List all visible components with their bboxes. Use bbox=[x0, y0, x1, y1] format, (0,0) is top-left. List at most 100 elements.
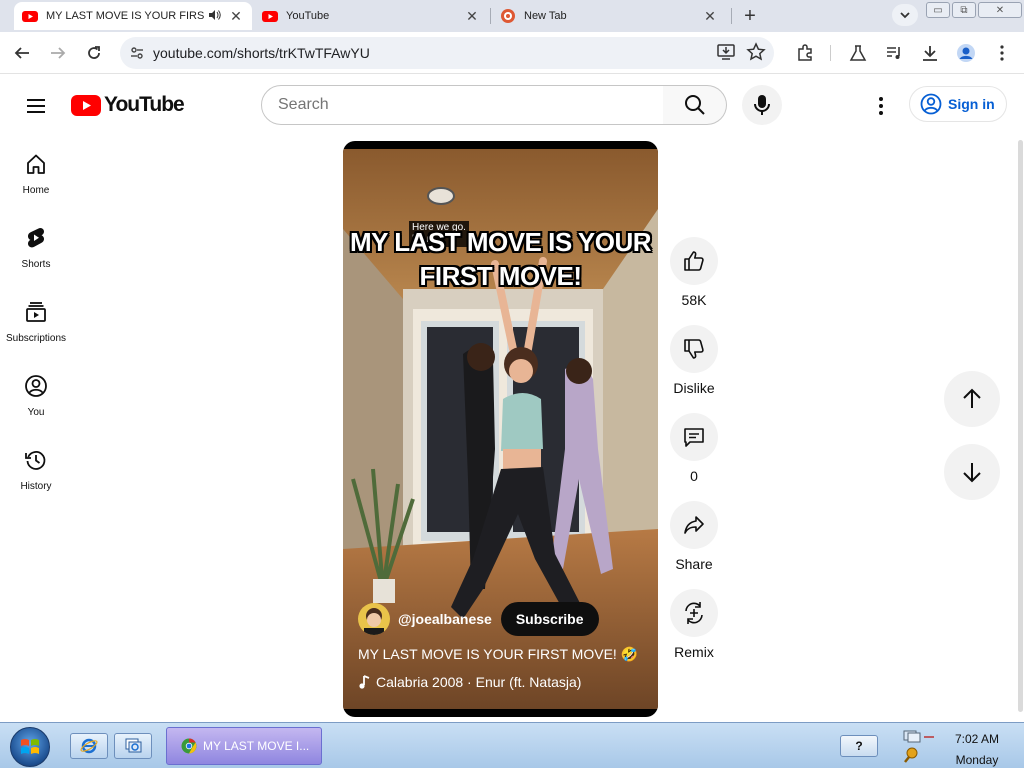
subscribe-label: Subscribe bbox=[515, 611, 584, 627]
chrome-icon bbox=[181, 738, 197, 754]
tab-close-icon[interactable]: ✕ bbox=[702, 8, 718, 24]
comment-icon bbox=[684, 428, 704, 447]
tab-title: MY LAST MOVE IS YOUR FIRST MOVE! bbox=[46, 10, 204, 22]
comments-button[interactable] bbox=[670, 413, 718, 461]
tab-youtube[interactable]: YouTube ✕ bbox=[254, 2, 488, 30]
youtube-masthead: YouTube Sign in bbox=[0, 74, 1024, 136]
sidebar-item-label: You bbox=[27, 407, 45, 418]
music-note-icon bbox=[359, 675, 370, 689]
remix-button[interactable] bbox=[670, 589, 718, 637]
channel-name[interactable]: @joealbanese bbox=[398, 611, 492, 627]
dislike-button[interactable] bbox=[670, 325, 718, 373]
youtube-wordmark: YouTube bbox=[104, 93, 185, 116]
search-icon bbox=[684, 95, 705, 115]
extensions-puzzle-icon[interactable] bbox=[792, 40, 818, 66]
install-app-icon[interactable] bbox=[716, 42, 736, 67]
like-button[interactable] bbox=[670, 237, 718, 285]
start-button[interactable] bbox=[10, 727, 50, 767]
sidebar-item-shorts[interactable]: Shorts bbox=[0, 210, 72, 280]
help-label: ? bbox=[855, 739, 863, 753]
sidebar-item-history[interactable]: History bbox=[0, 432, 72, 502]
window-close-icon[interactable]: ✕ bbox=[978, 2, 1022, 18]
taskbar-window-chrome[interactable]: MY LAST MOVE I... bbox=[166, 727, 322, 765]
shorts-video-player[interactable]: Here we go. [Music] MY LAST MOVE IS YOUR… bbox=[343, 141, 658, 717]
next-short-button[interactable] bbox=[944, 444, 1000, 500]
youtube-favicon-icon bbox=[262, 11, 278, 22]
restore-icon[interactable]: ⧉ bbox=[952, 2, 976, 18]
youtube-logo[interactable]: YouTube bbox=[71, 93, 185, 117]
taskbar-window-title: MY LAST MOVE I... bbox=[203, 739, 310, 753]
new-tab-plus-icon[interactable]: + bbox=[738, 4, 762, 28]
speaker-icon[interactable] bbox=[208, 9, 222, 24]
tray-help-button[interactable]: ? bbox=[840, 735, 878, 757]
share-action: Share bbox=[669, 501, 719, 572]
quicklaunch-switch-windows-button[interactable] bbox=[114, 733, 152, 759]
voice-search-button[interactable] bbox=[742, 85, 782, 125]
tray-network-icon[interactable] bbox=[900, 729, 940, 765]
tab-separator bbox=[731, 8, 732, 24]
bookmark-star-icon[interactable] bbox=[746, 42, 766, 67]
remix-icon bbox=[685, 602, 703, 624]
you-icon bbox=[24, 374, 48, 398]
window-controls: ▭ ⧉ ✕ bbox=[926, 2, 1022, 18]
sign-in-label: Sign in bbox=[948, 96, 995, 112]
short-title[interactable]: MY LAST MOVE IS YOUR FIRST MOVE! 🤣 bbox=[358, 646, 638, 663]
home-icon bbox=[24, 152, 48, 176]
like-count: 58K bbox=[681, 292, 707, 308]
search-input[interactable] bbox=[278, 96, 663, 114]
arrow-down-icon bbox=[963, 463, 981, 483]
share-arrow-icon bbox=[684, 516, 704, 534]
video-overlay-title: MY LAST MOVE IS YOUR FIRST MOVE! bbox=[349, 227, 652, 291]
comment-count: 0 bbox=[690, 468, 698, 484]
remix-action: Remix bbox=[669, 589, 719, 660]
guide-menu-icon[interactable] bbox=[22, 92, 50, 120]
thumbs-down-icon bbox=[684, 339, 704, 359]
tab-close-icon[interactable]: ✕ bbox=[228, 8, 244, 24]
sidebar-item-home[interactable]: Home bbox=[0, 136, 72, 206]
history-icon bbox=[24, 448, 48, 472]
reload-icon[interactable] bbox=[81, 40, 107, 66]
arrow-up-icon bbox=[963, 388, 981, 408]
share-button[interactable] bbox=[670, 501, 718, 549]
tab-title: New Tab bbox=[524, 10, 567, 22]
search-button[interactable] bbox=[663, 85, 727, 125]
downloads-icon[interactable] bbox=[917, 40, 943, 66]
tab-close-icon[interactable]: ✕ bbox=[464, 8, 480, 24]
scrollbar-thumb[interactable] bbox=[1018, 140, 1023, 712]
duckduckgo-favicon-icon bbox=[501, 9, 515, 23]
sign-in-button[interactable]: Sign in bbox=[909, 86, 1007, 122]
sidebar-item-subscriptions[interactable]: Subscriptions bbox=[0, 284, 72, 354]
dislike-action: Dislike bbox=[669, 325, 719, 396]
quicklaunch-ie-button[interactable] bbox=[70, 733, 108, 759]
tab-search-chevron-icon[interactable] bbox=[892, 4, 918, 26]
address-url: youtube.com/shorts/trKTwTFAwYU bbox=[153, 45, 370, 61]
profile-avatar-icon[interactable] bbox=[953, 40, 979, 66]
internet-explorer-icon bbox=[80, 738, 98, 754]
music-title: Calabria 2008 · Enur (ft. Natasja) bbox=[376, 674, 582, 690]
share-label: Share bbox=[675, 556, 713, 572]
sidebar-item-you[interactable]: You bbox=[0, 358, 72, 428]
system-clock[interactable]: 7:02 AM Monday bbox=[950, 729, 1004, 768]
account-circle-icon bbox=[920, 93, 942, 115]
tab-new-tab[interactable]: New Tab ✕ bbox=[492, 2, 726, 30]
tab-active[interactable]: MY LAST MOVE IS YOUR FIRST MOVE! ✕ bbox=[14, 2, 252, 30]
settings-kebab-icon[interactable] bbox=[868, 93, 894, 119]
windows-taskbar: MY LAST MOVE I... ? 7:02 AM Monday bbox=[0, 722, 1024, 768]
forward-arrow-icon[interactable] bbox=[45, 40, 71, 66]
site-info-icon[interactable] bbox=[128, 44, 146, 62]
tab-separator bbox=[490, 8, 491, 24]
labs-flask-icon[interactable] bbox=[845, 40, 871, 66]
subscribe-button[interactable]: Subscribe bbox=[500, 602, 599, 636]
search-box[interactable] bbox=[261, 85, 664, 125]
channel-avatar[interactable] bbox=[358, 603, 390, 635]
minimize-icon[interactable]: ▭ bbox=[926, 2, 950, 18]
sidebar-item-label: Home bbox=[22, 185, 50, 196]
browser-menu-kebab-icon[interactable] bbox=[989, 40, 1015, 66]
back-arrow-icon[interactable] bbox=[9, 40, 35, 66]
address-bar[interactable]: youtube.com/shorts/trKTwTFAwYU bbox=[120, 37, 774, 69]
sidebar-item-label: History bbox=[20, 481, 52, 492]
dislike-label: Dislike bbox=[673, 380, 715, 396]
music-link[interactable]: Calabria 2008 · Enur (ft. Natasja) bbox=[358, 674, 581, 690]
previous-short-button[interactable] bbox=[944, 371, 1000, 427]
media-controls-icon[interactable] bbox=[881, 40, 907, 66]
